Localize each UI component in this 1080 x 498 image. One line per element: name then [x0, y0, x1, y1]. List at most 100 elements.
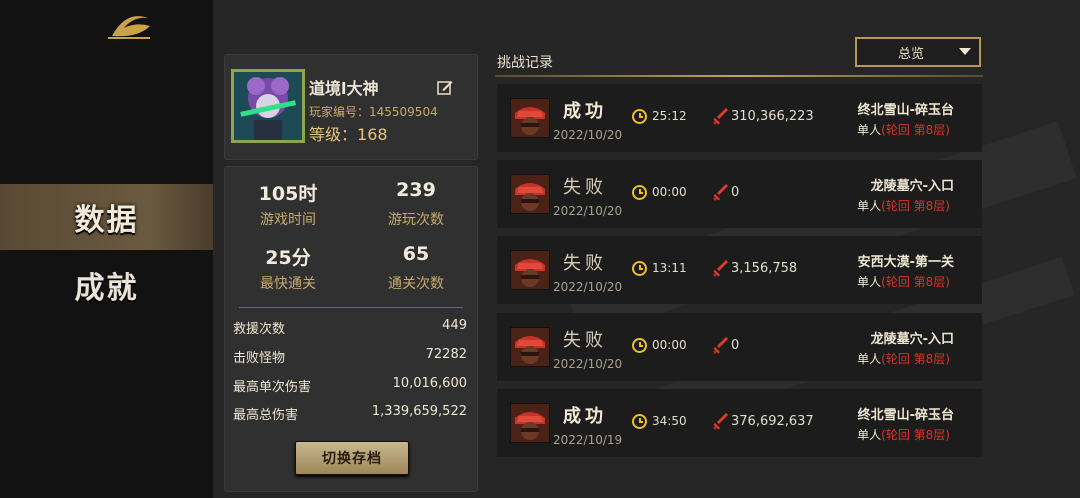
stat-fastest-clear-value: 25分	[265, 247, 311, 269]
left-nav: 数据 成就	[0, 0, 213, 498]
record-mode-type: 单人	[857, 352, 882, 366]
record-difficulty: (轮回 第8层)	[881, 275, 950, 289]
record-mode-type: 单人	[857, 199, 882, 213]
clock-icon	[632, 109, 647, 124]
stat-row-label: 救援次数	[233, 322, 286, 337]
record-date: 2022/10/20	[553, 204, 623, 218]
record-character-avatar	[510, 98, 550, 138]
stat-play-time-label: 游戏时间	[260, 212, 316, 228]
damage-sword-icon	[713, 337, 728, 354]
challenge-record-row[interactable]: 失败 2022/10/20 13:11 3,156,758 安西大漠-第一关 单人(轮回 …	[497, 236, 982, 304]
stat-fastest-clear-label: 最快通关	[260, 276, 316, 292]
damage-sword-icon	[713, 260, 728, 277]
record-stage: 龙陵墓穴-入口	[870, 332, 954, 347]
record-result: 失败	[563, 177, 607, 198]
record-mode: 单人(轮回 第8层)	[857, 350, 950, 367]
stat-play-count-label: 游玩次数	[388, 212, 444, 228]
stat-play-time-value: 105时	[258, 183, 318, 205]
character-portrait-icon	[511, 251, 549, 289]
record-duration: 00:00	[652, 338, 687, 352]
stat-row-value: 449	[442, 318, 467, 333]
record-mode: 单人(轮回 第8层)	[857, 121, 950, 138]
level-value: 168	[357, 125, 388, 144]
avatar-portrait-icon	[234, 72, 302, 140]
record-damage: 3,156,758	[731, 261, 798, 276]
player-stats-card: 105时 游戏时间 239 游玩次数 25分 最快通关 65 通关次数 救援次数…	[224, 166, 478, 492]
record-mode: 单人(轮回 第8层)	[857, 426, 950, 443]
stats-divider	[239, 307, 463, 308]
record-difficulty: (轮回 第8层)	[881, 428, 950, 442]
record-mode-type: 单人	[857, 275, 882, 289]
challenge-records-title: 挑战记录	[497, 55, 553, 71]
record-stage: 终北雪山-碎玉台	[857, 408, 954, 423]
nav-tab-data[interactable]: 数据	[0, 184, 213, 250]
edit-icon[interactable]	[437, 79, 453, 95]
record-stage: 终北雪山-碎玉台	[857, 103, 954, 118]
record-result: 成功	[563, 406, 607, 427]
character-portrait-icon	[511, 175, 549, 213]
record-damage: 0	[731, 338, 740, 353]
stat-clear-count-label: 通关次数	[388, 276, 444, 292]
character-portrait-icon	[511, 404, 549, 442]
record-mode-type: 单人	[857, 428, 882, 442]
record-damage: 310,366,223	[731, 109, 814, 124]
clock-icon	[632, 185, 647, 200]
record-date: 2022/10/20	[553, 357, 623, 371]
player-profile-card: 道境l大神 玩家编号：145509504 等级：168	[224, 54, 478, 160]
record-damage: 0	[731, 185, 740, 200]
record-difficulty: (轮回 第8层)	[881, 199, 950, 213]
record-damage: 376,692,637	[731, 414, 814, 429]
stat-row-value: 72282	[425, 347, 467, 362]
character-portrait-icon	[511, 99, 549, 137]
records-filter-dropdown[interactable]: 总览	[855, 37, 981, 67]
stat-row-label: 最高总伤害	[233, 408, 299, 423]
level-label: 等级：	[309, 125, 358, 144]
record-character-avatar	[510, 174, 550, 214]
stat-row-label: 击败怪物	[233, 351, 286, 366]
clock-icon	[632, 261, 647, 276]
record-difficulty: (轮回 第8层)	[881, 123, 950, 137]
record-duration: 13:11	[652, 261, 687, 275]
challenge-record-row[interactable]: 成功 2022/10/19 34:50 376,692,637 终北雪山-碎玉台 单人(轮…	[497, 389, 982, 457]
record-date: 2022/10/20	[553, 280, 623, 294]
record-mode: 单人(轮回 第8层)	[857, 197, 950, 214]
record-date: 2022/10/20	[553, 128, 623, 142]
record-date: 2022/10/19	[553, 433, 623, 447]
record-character-avatar	[510, 250, 550, 290]
player-name: 道境l大神	[309, 79, 379, 98]
damage-sword-icon	[713, 413, 728, 430]
records-filter-label: 总览	[897, 46, 924, 62]
records-header-divider	[495, 75, 983, 77]
nav-tab-achievements[interactable]: 成就	[0, 252, 213, 318]
record-character-avatar	[510, 403, 550, 443]
record-result: 失败	[563, 253, 607, 274]
player-id: 玩家编号：145509504	[309, 105, 438, 119]
caret-down-icon	[959, 48, 971, 55]
record-stage: 龙陵墓穴-入口	[870, 179, 954, 194]
player-avatar[interactable]	[231, 69, 305, 143]
stat-clear-count-value: 65	[402, 243, 430, 265]
record-stage: 安西大漠-第一关	[857, 255, 954, 270]
stat-row-label: 最高单次伤害	[233, 380, 312, 395]
record-mode: 单人(轮回 第8层)	[857, 273, 950, 290]
record-result: 成功	[563, 101, 607, 122]
clock-icon	[632, 338, 647, 353]
stat-play-count-value: 239	[396, 179, 436, 201]
damage-sword-icon	[713, 108, 728, 125]
record-character-avatar	[510, 327, 550, 367]
challenge-record-row[interactable]: 失败 2022/10/20 00:00 0 龙陵墓穴-入口单人(轮回 第8层)	[497, 160, 982, 228]
damage-sword-icon	[713, 184, 728, 201]
record-duration: 25:12	[652, 109, 687, 123]
stat-row-value: 1,339,659,522	[371, 404, 467, 419]
switch-save-button[interactable]: 切换存档	[295, 441, 409, 475]
record-duration: 34:50	[652, 414, 687, 428]
challenge-record-row[interactable]: 失败 2022/10/20 00:00 0 龙陵墓穴-入口单人(轮回 第8层)	[497, 313, 982, 381]
stat-row-value: 10,016,600	[392, 376, 467, 391]
character-portrait-icon	[511, 328, 549, 366]
record-difficulty: (轮回 第8层)	[881, 352, 950, 366]
clock-icon	[632, 414, 647, 429]
challenge-record-row[interactable]: 成功 2022/10/20 25:12 310,366,223 终北雪山-碎玉台 单人(轮…	[497, 84, 982, 152]
record-mode-type: 单人	[857, 123, 882, 137]
record-duration: 00:00	[652, 185, 687, 199]
record-result: 失败	[563, 330, 607, 351]
